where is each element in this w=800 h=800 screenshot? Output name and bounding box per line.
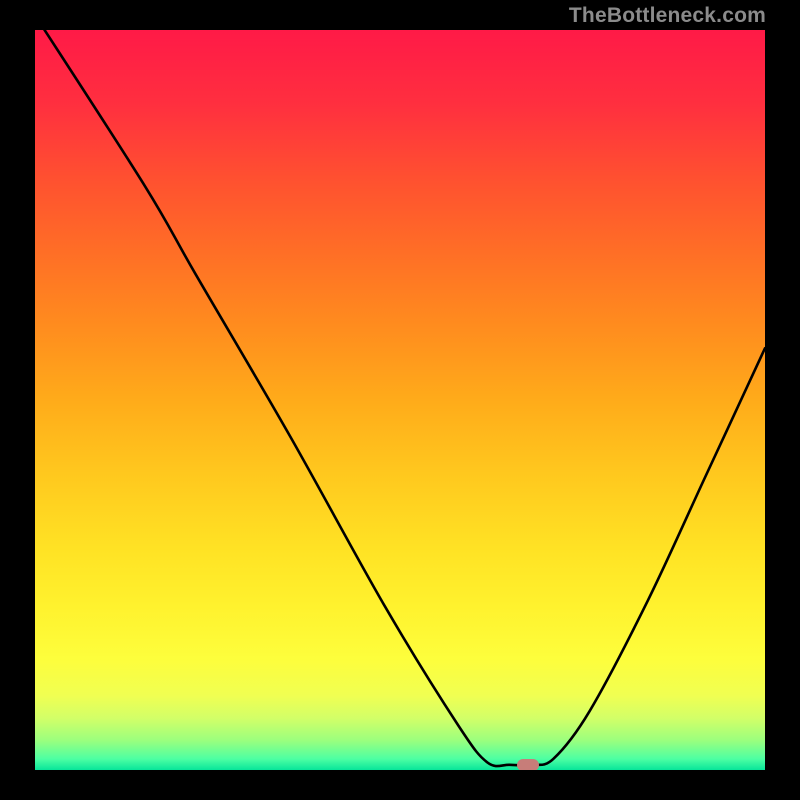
chart-frame: TheBottleneck.com: [0, 0, 800, 800]
watermark-text: TheBottleneck.com: [569, 4, 766, 28]
selected-point-marker: [517, 759, 539, 770]
plot-area: [35, 30, 765, 770]
bottleneck-curve: [35, 30, 765, 770]
